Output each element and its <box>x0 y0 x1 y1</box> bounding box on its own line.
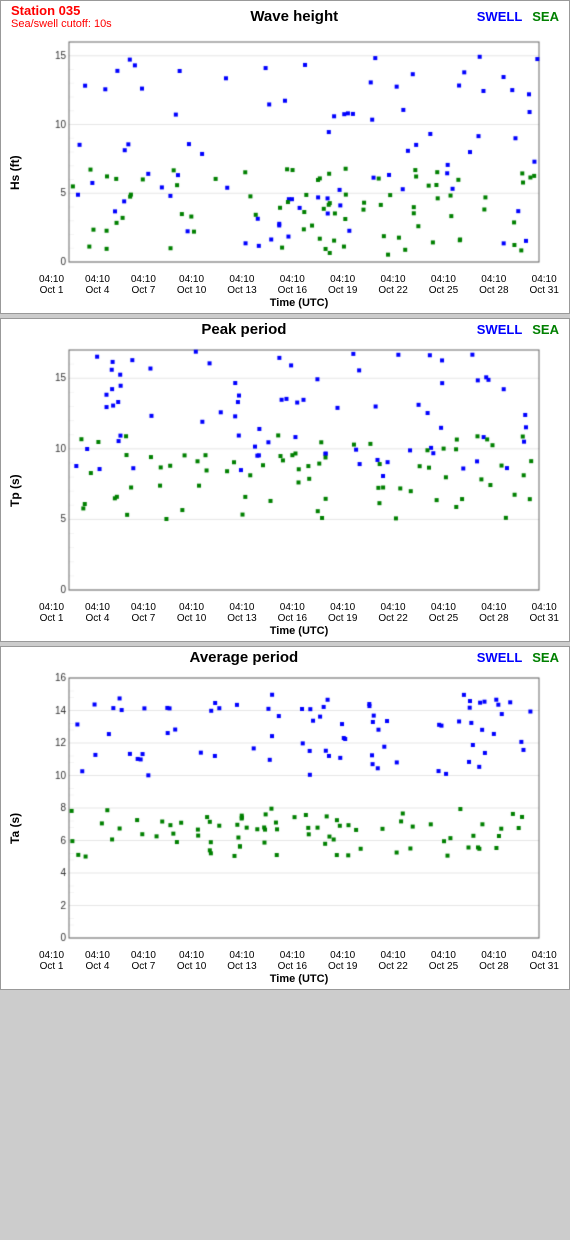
chart2-ylabel: Tp (s) <box>1 340 29 641</box>
chart2-xaxis: 04:10Oct 104:10Oct 404:10Oct 704:10Oct 1… <box>29 600 569 641</box>
chart1-xlabel: Time (UTC) <box>29 297 569 309</box>
chart1-legend-swell: SWELL <box>477 9 523 24</box>
chart1-title: Wave height <box>250 8 338 25</box>
chart3-title: Average period <box>190 649 299 666</box>
chart2-title: Peak period <box>201 321 286 338</box>
chart2-canvas <box>29 340 549 600</box>
chart2-legend-sea: SEA <box>532 322 559 337</box>
chart3-xaxis: 04:10Oct 104:10Oct 404:10Oct 704:10Oct 1… <box>29 948 569 989</box>
wave-height-chart: Station 035 Sea/swell cutoff: 10s Wave h… <box>0 0 570 314</box>
station-info: Station 035 Sea/swell cutoff: 10s <box>11 3 112 30</box>
cutoff-info: Sea/swell cutoff: 10s <box>11 18 112 30</box>
average-period-chart: Average period SWELL SEA Ta (s) 04:10Oct… <box>0 646 570 990</box>
chart3-legend-swell: SWELL <box>477 650 523 665</box>
chart2-xlabel: Time (UTC) <box>29 625 569 637</box>
chart3-xlabel: Time (UTC) <box>29 973 569 985</box>
chart1-canvas <box>29 32 549 272</box>
chart3-ylabel: Ta (s) <box>1 668 29 989</box>
chart3-canvas <box>29 668 549 948</box>
peak-period-chart: Peak period SWELL SEA Tp (s) 04:10Oct 10… <box>0 318 570 642</box>
station-id: Station 035 <box>11 3 112 18</box>
chart1-xaxis: 04:10Oct 104:10Oct 404:10Oct 704:10Oct 1… <box>29 272 569 313</box>
chart3-legend-sea: SEA <box>532 650 559 665</box>
chart2-legend-swell: SWELL <box>477 322 523 337</box>
chart1-ylabel: Hs (ft) <box>1 32 29 313</box>
chart1-legend-sea: SEA <box>532 9 559 24</box>
